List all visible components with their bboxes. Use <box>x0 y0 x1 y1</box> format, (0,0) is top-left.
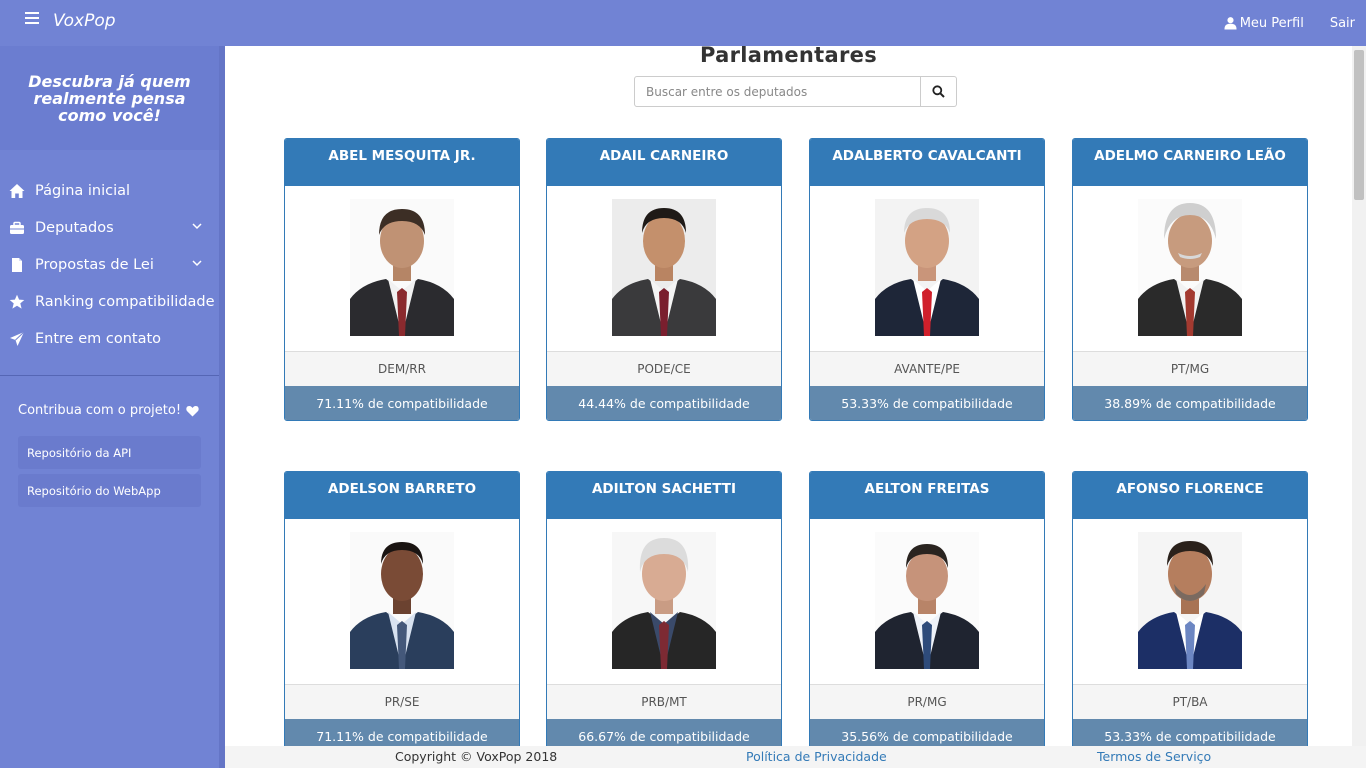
chevron-down-icon <box>192 223 202 230</box>
search-icon <box>932 85 945 98</box>
deputy-card[interactable]: ADALBERTO CAVALCANTI AVANTE/PE 53.33% de… <box>809 138 1045 421</box>
deputy-name: ADALBERTO CAVALCANTI <box>810 139 1044 186</box>
sidebar-item-label: Propostas de Lei <box>35 256 154 273</box>
sidebar-item-home[interactable]: Página inicial <box>0 172 219 209</box>
sidebar-menu: Página inicial Deputados Propostas de Le… <box>0 172 219 357</box>
tagline: Descubra já quem realmente pensa como vo… <box>28 71 191 125</box>
deputy-portrait <box>875 532 979 669</box>
deputy-portrait <box>350 532 454 669</box>
deputy-name: AFONSO FLORENCE <box>1073 472 1307 519</box>
top-navbar: VoxPop Meu Perfil Sair <box>0 0 1366 46</box>
star-icon <box>9 294 25 309</box>
repo-api-button[interactable]: Repositório da API <box>18 436 201 469</box>
deputy-compatibility: 44.44% de compatibilidade <box>547 386 781 420</box>
deputy-name: ABEL MESQUITA JR. <box>285 139 519 186</box>
contribute-heading: Contribua com o projeto! <box>0 403 219 418</box>
deputy-card[interactable]: ABEL MESQUITA JR. DEM/RR 71.11% de compa… <box>284 138 520 421</box>
sidebar-divider <box>0 375 219 376</box>
deputy-portrait <box>875 199 979 336</box>
sidebar-item-label: Ranking compatibilidade <box>35 293 215 310</box>
deputy-portrait <box>1138 532 1242 669</box>
deputy-party: PRB/MT <box>547 684 781 719</box>
file-icon <box>12 257 22 272</box>
deputy-name: AELTON FREITAS <box>810 472 1044 519</box>
briefcase-icon <box>10 221 24 234</box>
deputy-name: ADELMO CARNEIRO LEÃO <box>1073 139 1307 186</box>
page-title: Parlamentares <box>699 46 877 67</box>
deputy-card[interactable]: ADELSON BARRETO PR/SE 71.11% de compatib… <box>284 471 520 746</box>
deputy-card[interactable]: ADELMO CARNEIRO LEÃO PT/MG 38.89% de com… <box>1072 138 1308 421</box>
sidebar: Descubra já quem realmente pensa como vo… <box>0 46 225 768</box>
deputy-portrait <box>612 532 716 669</box>
deputy-party: PT/BA <box>1073 684 1307 719</box>
footer-copyright: Copyright © VoxPop 2018 <box>395 749 558 764</box>
deputy-card[interactable]: AELTON FREITAS PR/MG 35.56% de compatibi… <box>809 471 1045 746</box>
deputy-compatibility: 35.56% de compatibilidade <box>810 719 1044 746</box>
scrollbar-thumb[interactable] <box>1354 50 1364 200</box>
sidebar-item-deputados[interactable]: Deputados <box>0 209 219 246</box>
deputy-compatibility: 71.11% de compatibilidade <box>285 719 519 746</box>
deputy-compatibility: 53.33% de compatibilidade <box>810 386 1044 420</box>
deputy-compatibility: 66.67% de compatibilidade <box>547 719 781 746</box>
deputy-party: PT/MG <box>1073 351 1307 386</box>
deputy-portrait <box>612 199 716 336</box>
user-icon <box>1224 17 1237 30</box>
deputy-name: ADILTON SACHETTI <box>547 472 781 519</box>
profile-link[interactable]: Meu Perfil <box>1224 16 1304 31</box>
sidebar-item-propostas[interactable]: Propostas de Lei <box>0 246 219 283</box>
deputy-name: ADELSON BARRETO <box>285 472 519 519</box>
terms-link[interactable]: Termos de Serviço <box>1097 749 1211 764</box>
deputy-portrait <box>350 199 454 336</box>
deputy-card[interactable]: AFONSO FLORENCE PT/BA 53.33% de compatib… <box>1072 471 1308 746</box>
deputy-party: AVANTE/PE <box>810 351 1044 386</box>
deputy-party: DEM/RR <box>285 351 519 386</box>
deputy-compatibility: 71.11% de compatibilidade <box>285 386 519 420</box>
deputy-compatibility: 38.89% de compatibilidade <box>1073 386 1307 420</box>
deputy-party: PODE/CE <box>547 351 781 386</box>
deputy-portrait <box>1138 199 1242 336</box>
deputy-card[interactable]: ADILTON SACHETTI PRB/MT 66.67% de compat… <box>546 471 782 746</box>
deputy-name: ADAIL CARNEIRO <box>547 139 781 186</box>
main-content: Parlamentares ABEL MESQUITA JR. DEM/RR 7… <box>225 46 1352 746</box>
sidebar-item-label: Página inicial <box>35 182 131 199</box>
deputy-compatibility: 53.33% de compatibilidade <box>1073 719 1307 746</box>
footer: Copyright © VoxPop 2018 Política de Priv… <box>225 746 1366 768</box>
search-input[interactable] <box>634 76 921 107</box>
repo-webapp-button[interactable]: Repositório do WebApp <box>18 474 201 507</box>
page-scrollbar[interactable] <box>1352 46 1366 746</box>
deputy-party: PR/SE <box>285 684 519 719</box>
send-icon <box>10 331 25 346</box>
logout-link[interactable]: Sair <box>1330 16 1355 31</box>
sidebar-item-contato[interactable]: Entre em contato <box>0 320 219 357</box>
heart-icon <box>186 405 199 416</box>
brand-logo[interactable]: VoxPop <box>53 11 116 31</box>
contribute-label: Contribua com o projeto! <box>18 403 182 418</box>
chevron-down-icon <box>192 260 202 267</box>
sidebar-item-label: Deputados <box>35 219 114 236</box>
deputy-card[interactable]: ADAIL CARNEIRO PODE/CE 44.44% de compati… <box>546 138 782 421</box>
tagline-box: Descubra já quem realmente pensa como vo… <box>0 46 219 150</box>
search-bar <box>634 76 957 107</box>
sidebar-item-ranking[interactable]: Ranking compatibilidade <box>0 283 219 320</box>
sidebar-item-label: Entre em contato <box>35 330 162 347</box>
search-button[interactable] <box>921 76 957 107</box>
home-icon <box>9 183 25 198</box>
profile-label: Meu Perfil <box>1239 15 1304 31</box>
privacy-link[interactable]: Política de Privacidade <box>746 749 887 764</box>
deputy-party: PR/MG <box>810 684 1044 719</box>
menu-toggle-icon[interactable] <box>25 12 39 26</box>
